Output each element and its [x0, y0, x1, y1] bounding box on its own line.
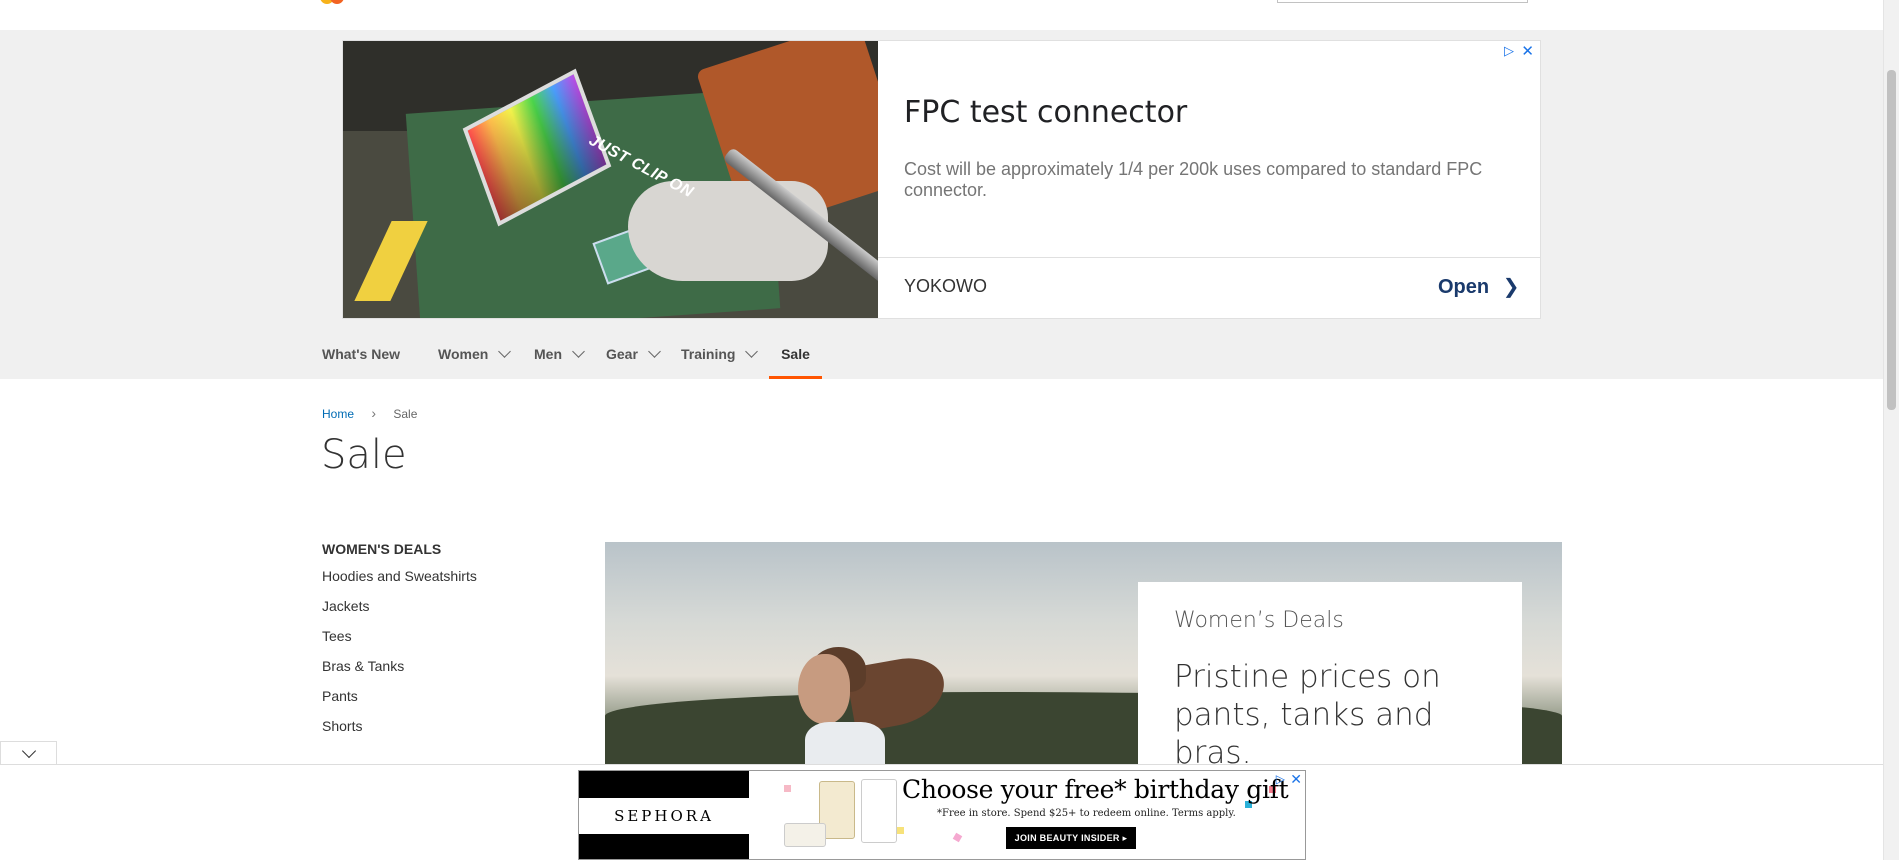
sidebar-link-tees[interactable]: Tees [322, 625, 477, 655]
ad-advertiser: YOKOWO [904, 276, 988, 296]
nav-item-label: What's New [322, 346, 401, 362]
site-header [0, 0, 1883, 31]
ad-open-button[interactable]: Open ❯ [1438, 274, 1519, 299]
hero-headline: Pristine prices on pants, tanks and bras… [1174, 659, 1441, 765]
sidebar-link-hoodies[interactable]: Hoodies and Sweatshirts [322, 565, 477, 595]
adchoices-icon[interactable]: ▷ [1504, 43, 1514, 59]
sephora-fine-print: *Free in store. Spend $25+ to redeem onl… [937, 808, 1236, 819]
ad-divider [878, 257, 1540, 258]
nav-item-gear[interactable]: Gear [606, 334, 661, 379]
sephora-headline: Choose your free* birthday gift [902, 775, 1289, 804]
sidebar: WOMEN'S DEALS Hoodies and Sweatshirts Ja… [322, 541, 477, 745]
chevron-down-icon [572, 345, 585, 358]
sidebar-link-shorts[interactable]: Shorts [322, 715, 477, 745]
scrollbar-thumb[interactable] [1887, 70, 1896, 410]
display-ad[interactable]: JUST CLIP ON ▷ ✕ FPC test connector Cost… [342, 40, 1541, 319]
ad-description: Cost will be approximately 1/4 per 200k … [904, 159, 1483, 200]
product-image [784, 823, 826, 847]
breadcrumb: Home › Sale [322, 405, 417, 421]
search-input[interactable] [1277, 0, 1528, 3]
sidebar-link-pants[interactable]: Pants [322, 685, 477, 715]
sidebar-link-jackets[interactable]: Jackets [322, 595, 477, 625]
nav-item-men[interactable]: Men [534, 334, 585, 379]
site-logo[interactable] [320, 0, 346, 4]
ad-image[interactable]: JUST CLIP ON [343, 41, 878, 318]
hero-kicker: Women’s Deals [1174, 608, 1344, 633]
sticky-ad-toggle[interactable] [0, 741, 57, 764]
nav-item-women[interactable]: Women [438, 334, 512, 379]
nav-item-label: Men [534, 346, 562, 362]
sidebar-heading: WOMEN'S DEALS [322, 541, 442, 557]
chevron-right-icon: › [371, 405, 377, 421]
chevron-down-icon [21, 743, 37, 759]
nav-item-sale[interactable]: Sale [769, 334, 822, 379]
nav-item-whats-new[interactable]: What's New [322, 334, 400, 379]
join-beauty-insider-button[interactable]: JOIN BEAUTY INSIDER ▸ [1006, 827, 1136, 849]
ad-open-label: Open [1438, 276, 1490, 298]
nav-item-label: Gear [606, 346, 638, 362]
ad-title[interactable]: FPC test connector [904, 95, 1187, 130]
breadcrumb-current: Sale [393, 407, 418, 421]
hero-model-image [798, 654, 850, 724]
hero-banner[interactable]: Women’s Deals Pristine prices on pants, … [605, 542, 1562, 765]
adchoices-icon[interactable]: ▷ [1276, 772, 1285, 786]
chevron-down-icon [648, 345, 661, 358]
close-icon[interactable]: ✕ [1290, 771, 1302, 788]
chevron-down-icon [498, 345, 512, 358]
sephora-logo: SEPHORA [579, 798, 749, 834]
nav-item-label: Training [681, 346, 736, 362]
close-icon[interactable]: ✕ [1521, 42, 1534, 60]
sidebar-link-bras-tanks[interactable]: Bras & Tanks [322, 655, 477, 685]
chevron-down-icon [745, 345, 759, 358]
product-image [861, 779, 897, 843]
nav-item-label: Sale [781, 346, 810, 362]
breadcrumb-home-link[interactable]: Home [322, 407, 354, 421]
chevron-right-icon: ❯ [1502, 276, 1520, 298]
nav-item-label: Women [438, 346, 489, 362]
scrollbar[interactable] [1883, 0, 1899, 860]
page-title: Sale [321, 432, 407, 478]
sephora-ad[interactable]: SEPHORA Choose your free* birthday gift … [578, 770, 1306, 860]
nav-item-training[interactable]: Training [681, 334, 759, 379]
hero-card[interactable]: Women’s Deals Pristine prices on pants, … [1138, 582, 1522, 765]
